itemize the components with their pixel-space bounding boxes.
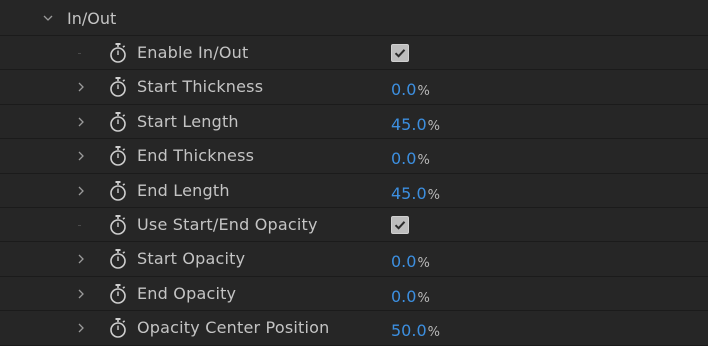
property-row-opacity-center-position[interactable]: Opacity Center Position 50.0% xyxy=(0,311,708,346)
property-row-start-opacity[interactable]: Start Opacity 0.0% xyxy=(0,242,708,277)
property-value[interactable]: 0.0% xyxy=(391,287,430,306)
property-row-end-opacity[interactable]: End Opacity 0.0% xyxy=(0,277,708,311)
chevron-right-icon[interactable] xyxy=(74,80,88,94)
value-unit: % xyxy=(417,84,430,99)
property-value[interactable]: 0.0% xyxy=(391,149,430,168)
stopwatch-icon[interactable] xyxy=(108,283,128,305)
stopwatch-icon[interactable] xyxy=(108,111,128,133)
chevron-down-icon[interactable] xyxy=(41,11,55,25)
property-row-use-start-end-opacity[interactable]: Use Start/End Opacity xyxy=(0,208,708,242)
property-row-enable-in-out[interactable]: Enable In/Out xyxy=(0,36,708,70)
property-value[interactable]: 45.0% xyxy=(391,115,440,134)
value-number[interactable]: 0.0 xyxy=(391,287,416,306)
value-number[interactable]: 45.0 xyxy=(391,184,427,203)
property-label: Enable In/Out xyxy=(137,43,249,62)
value-unit: % xyxy=(417,256,430,271)
property-value[interactable]: 50.0% xyxy=(391,321,440,340)
value-unit: % xyxy=(427,119,440,134)
stopwatch-icon[interactable] xyxy=(108,248,128,270)
effect-properties-panel: In/Out Enable In/Out Start Thickness 0.0% S… xyxy=(0,0,708,346)
property-label: Start Thickness xyxy=(137,77,264,96)
property-label: Use Start/End Opacity xyxy=(137,215,318,234)
group-header-in-out[interactable]: In/Out xyxy=(0,0,708,36)
property-row-end-thickness[interactable]: End Thickness 0.0% xyxy=(0,139,708,174)
value-number[interactable]: 45.0 xyxy=(391,115,427,134)
value-number[interactable]: 0.0 xyxy=(391,149,416,168)
row-indent-marker xyxy=(78,225,81,226)
property-value[interactable]: 0.0% xyxy=(391,80,430,99)
property-row-end-length[interactable]: End Length 45.0% xyxy=(0,174,708,208)
stopwatch-icon[interactable] xyxy=(108,180,128,202)
chevron-right-icon[interactable] xyxy=(74,321,88,335)
property-label: End Opacity xyxy=(137,284,237,303)
stopwatch-icon[interactable] xyxy=(108,145,128,167)
property-value[interactable]: 45.0% xyxy=(391,184,440,203)
chevron-right-icon[interactable] xyxy=(74,149,88,163)
value-unit: % xyxy=(417,153,430,168)
property-checkbox[interactable] xyxy=(391,216,409,234)
stopwatch-icon[interactable] xyxy=(108,317,128,339)
property-label: End Length xyxy=(137,181,230,200)
group-label: In/Out xyxy=(67,9,117,28)
property-label: Start Opacity xyxy=(137,249,246,268)
stopwatch-icon[interactable] xyxy=(108,42,128,64)
chevron-right-icon[interactable] xyxy=(74,252,88,266)
chevron-right-icon[interactable] xyxy=(74,184,88,198)
property-checkbox[interactable] xyxy=(391,44,409,62)
value-unit: % xyxy=(427,325,440,340)
property-row-start-thickness[interactable]: Start Thickness 0.0% xyxy=(0,70,708,105)
value-number[interactable]: 0.0 xyxy=(391,252,416,271)
value-unit: % xyxy=(427,188,440,203)
value-number[interactable]: 50.0 xyxy=(391,321,427,340)
chevron-right-icon[interactable] xyxy=(74,287,88,301)
value-unit: % xyxy=(417,291,430,306)
property-row-start-length[interactable]: Start Length 45.0% xyxy=(0,105,708,139)
property-label: Opacity Center Position xyxy=(137,318,330,337)
value-number[interactable]: 0.0 xyxy=(391,80,416,99)
stopwatch-icon[interactable] xyxy=(108,76,128,98)
stopwatch-icon[interactable] xyxy=(108,214,128,236)
property-label: Start Length xyxy=(137,112,239,131)
property-label: End Thickness xyxy=(137,146,255,165)
property-value[interactable]: 0.0% xyxy=(391,252,430,271)
chevron-right-icon[interactable] xyxy=(74,115,88,129)
row-indent-marker xyxy=(78,53,81,54)
